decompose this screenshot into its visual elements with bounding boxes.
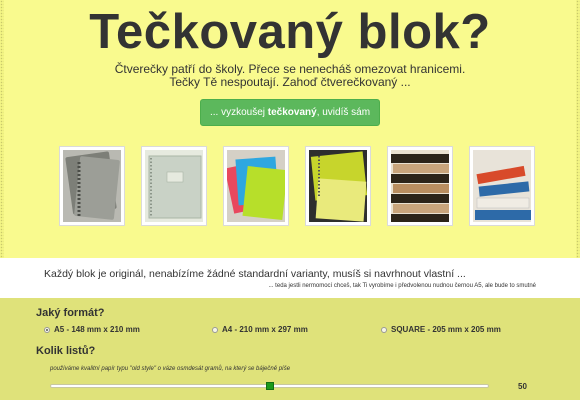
format-heading: Jaký formát? xyxy=(36,307,105,319)
gallery-photo-6[interactable] xyxy=(469,146,535,226)
gallery-photo-1[interactable] xyxy=(59,146,125,226)
cta-bold: tečkovaný xyxy=(267,107,317,118)
notebooks-colorful-image xyxy=(227,150,285,222)
notebooks-red-blue-image xyxy=(473,150,531,222)
format-option-a5[interactable]: A5 - 148 mm x 210 mm xyxy=(44,325,140,334)
sheets-slider[interactable] xyxy=(50,382,489,390)
notebook-mint-cover-image xyxy=(145,150,203,222)
sheets-value: 50 xyxy=(518,382,527,391)
cta-suffix: , uvidíš sám xyxy=(316,107,371,118)
cta-prefix: ... vyzkoušej xyxy=(209,107,268,118)
gallery-photo-2[interactable] xyxy=(141,146,207,226)
notebook-gallery xyxy=(59,146,539,226)
page-title: Tečkovaný blok? xyxy=(89,5,491,59)
configurator-form: Jaký formát? A5 - 148 mm x 210 mm A4 - 2… xyxy=(0,298,580,400)
format-option-a4[interactable]: A4 - 210 mm x 297 mm xyxy=(212,325,308,334)
paper-note: používáme kvalitní papír typu "old style… xyxy=(50,366,291,372)
format-option-square-label: SQUARE - 205 mm x 205 mm xyxy=(391,325,501,334)
format-option-square[interactable]: SQUARE - 205 mm x 205 mm xyxy=(381,325,501,334)
try-dotted-button[interactable]: ... vyzkoušej tečkovaný, uvidíš sám xyxy=(200,99,380,126)
radio-square[interactable] xyxy=(381,326,387,333)
gallery-photo-4[interactable] xyxy=(305,146,371,226)
radio-a4[interactable] xyxy=(212,326,218,333)
sheets-heading: Kolik listů? xyxy=(36,345,96,357)
notebooks-spiral-gray-image xyxy=(63,150,121,222)
notebook-lime-stack-image xyxy=(309,150,367,222)
info-note-text: ... teda jestli nermomocí chceš, tak Ti … xyxy=(268,283,536,289)
notebooks-brown-stack-image xyxy=(391,150,449,222)
info-main-text: Každý blok je originál, nenabízíme žádné… xyxy=(44,268,466,280)
format-option-a4-label: A4 - 210 mm x 297 mm xyxy=(222,325,308,334)
gallery-photo-5[interactable] xyxy=(387,146,453,226)
sheets-slider-handle[interactable] xyxy=(265,382,274,390)
info-strip: Každý blok je originál, nenabízíme žádné… xyxy=(0,258,580,298)
gallery-photo-3[interactable] xyxy=(223,146,289,226)
hero-subtitle: Čtverečky patří do školy. Přece se nenec… xyxy=(4,63,576,89)
radio-a5[interactable] xyxy=(44,326,50,333)
subtitle-line-2: Tečky Tě nespoutají. Zahoď čtverečkovaný… xyxy=(169,75,411,89)
format-option-a5-label: A5 - 148 mm x 210 mm xyxy=(54,325,140,334)
